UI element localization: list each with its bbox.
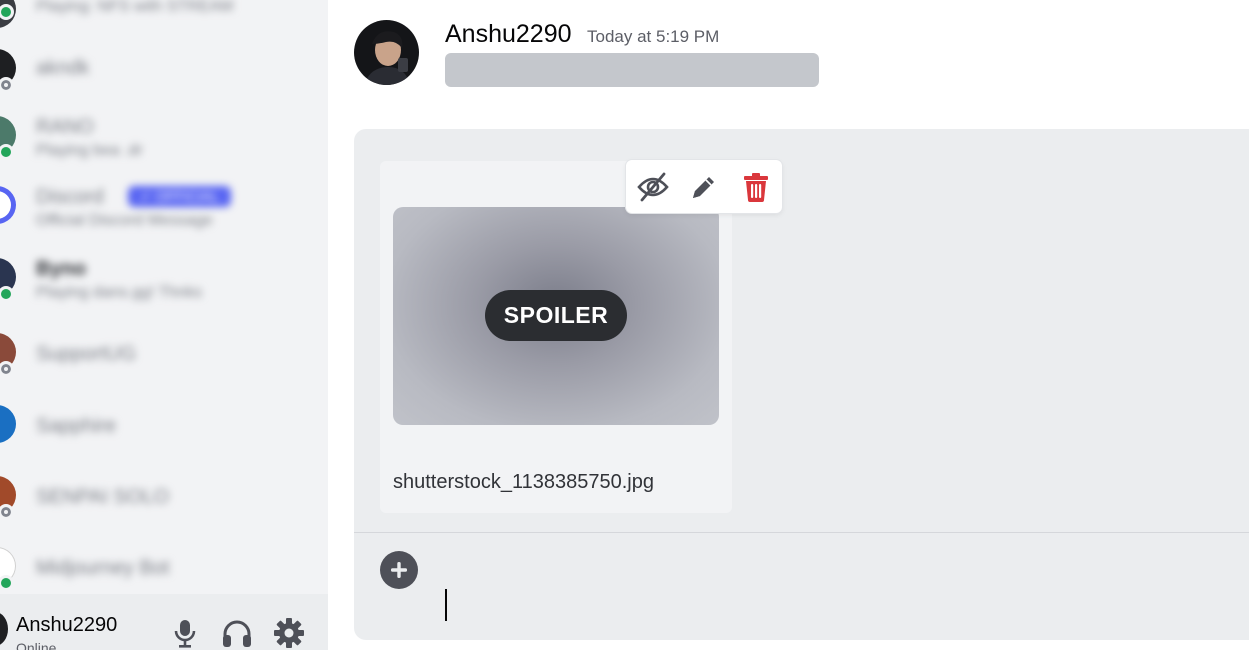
message-author[interactable]: Anshu2290 [445,20,572,49]
online-status-dot [0,286,14,302]
attachment-actions [626,160,782,213]
attachment-preview[interactable]: SPOILER [393,207,719,425]
dm-item[interactable]: Byno Playing dans.gg! Thnks [0,258,328,318]
dm-item[interactable]: akndk [0,49,328,109]
message-composer: SPOILER shutterstock_1138385750.jpg [354,129,1249,640]
chat-area: Anshu2290 Today at 5:19 PM SPOILER shutt… [328,0,1249,650]
divider [354,532,1249,533]
online-status-dot [0,575,14,591]
message-content-redacted [445,53,819,87]
deafen-button[interactable] [220,616,254,650]
dm-activity: Playing dans.gg! Thnks [36,284,203,301]
dm-name: akndk [36,57,90,79]
spoiler-label: SPOILER [485,290,627,341]
message-avatar[interactable] [354,20,419,85]
dm-item[interactable]: Sapphire [0,405,328,465]
pencil-icon [693,177,714,198]
dm-name: Byno [36,258,86,280]
dm-name: Midjourney Bot [36,557,170,579]
dm-item[interactable]: RANO Playing bea .dr [0,116,328,176]
avatar-photo [354,20,419,85]
dm-item[interactable]: Playing: NFS with STREAM [0,0,328,50]
headphones-icon [223,620,251,647]
mute-button[interactable] [168,616,202,650]
text-caret [445,589,447,621]
direct-messages-sidebar: Playing: NFS with STREAM akndk RANO Play… [0,0,328,650]
avatar [0,186,16,224]
user-status: Online [16,640,57,650]
user-panel: Anshu2290 Online [0,594,328,650]
dm-name: Discord [36,186,104,208]
dm-name: SENPAI SOLO [36,486,170,508]
offline-status-dot [0,504,14,520]
user-settings-button[interactable] [272,616,306,650]
remove-attachment-button[interactable] [738,169,774,205]
offline-status-dot [0,77,14,93]
attachment-filename: shutterstock_1138385750.jpg [393,471,654,493]
official-badge: ✓ OFFICIAL [128,186,231,207]
plus-icon [391,562,407,578]
avatar [0,405,16,443]
add-attachment-button[interactable] [380,551,418,589]
online-status-dot [0,144,14,160]
trash-icon [744,173,768,202]
dm-name: SupportUG [36,343,137,365]
attachment-card: SPOILER shutterstock_1138385750.jpg [380,161,732,513]
gear-icon [274,618,304,648]
eye-slash-icon [637,172,669,202]
dm-activity: Official Discord Message [36,212,213,229]
offline-status-dot [0,361,14,377]
message-timestamp: Today at 5:19 PM [587,27,720,46]
dm-name: RANO [36,116,94,138]
username[interactable]: Anshu2290 [16,614,117,637]
dm-item[interactable]: Discord ✓ OFFICIAL Official Discord Mess… [0,186,328,246]
message-input[interactable] [444,585,1238,627]
user-avatar[interactable] [0,612,8,646]
dm-name: Playing: NFS with STREAM [36,0,234,15]
microphone-icon [174,620,196,648]
dm-name: Sapphire [36,415,117,437]
dm-activity: Playing bea .dr [36,142,143,159]
dm-item[interactable]: SupportUG [0,333,328,393]
edit-attachment-button[interactable] [686,169,722,205]
dm-item[interactable]: SENPAI SOLO [0,476,328,536]
toggle-spoiler-button[interactable] [635,169,671,205]
